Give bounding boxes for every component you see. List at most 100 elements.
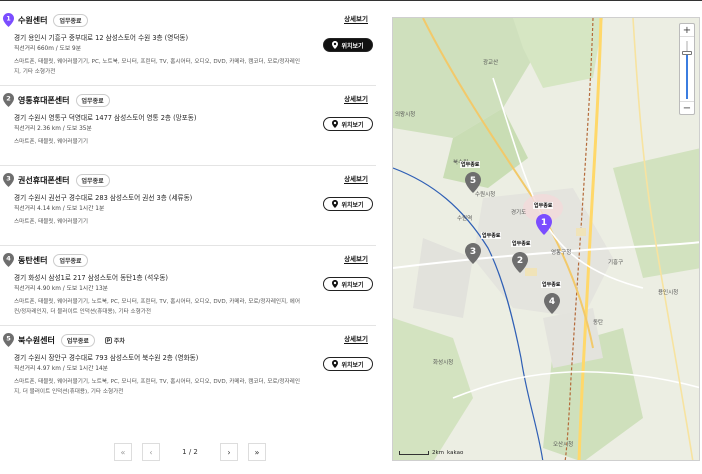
center-address: 경기 화성시 삼성1로 217 삼성스토어 동탄1층 (석우동): [14, 274, 168, 282]
svg-text:1: 1: [6, 15, 11, 23]
supported-products: 스마트폰, 태블릿, 웨어러블기기, 노트북, PC, 모니터, 프린터, TV…: [14, 379, 300, 395]
marker-status-label: 업무종료: [541, 281, 562, 288]
map-view[interactable]: 수원시청 경기도 수원역 광교산 영통구청 화성시청 용인시청 오산시청 의왕시…: [392, 17, 700, 461]
center-address: 경기 수원시 영통구 덕영대로 1477 삼성스토어 영통 2층 (망포동): [14, 114, 197, 122]
map-label: 용인시청: [658, 290, 679, 296]
service-center-list: 1 수원센터 업무종료 상세보기 경기 용인시 기흥구 중부대로 12 삼성스토…: [0, 6, 376, 408]
zoom-control: + −: [679, 23, 695, 115]
location-pin-icon: [332, 360, 339, 368]
supported-products: 스마트폰, 태블릿, 웨어러블기기, 노트북, PC, 모니터, 프린터, TV…: [14, 299, 300, 315]
map-pin-icon: 2: [3, 93, 14, 107]
map-pin-icon: 3: [3, 173, 14, 187]
marker-status-label: 업무종료: [460, 161, 481, 168]
center-distance: 직선거리 4.14 km / 도보 1시간 1분: [14, 206, 105, 212]
status-badge: 업무종료: [53, 13, 88, 27]
map-scale: 2km kakao: [399, 450, 463, 456]
svg-text:3: 3: [470, 247, 476, 257]
next-page-button[interactable]: ›: [220, 443, 238, 461]
map-provider-logo: kakao: [447, 450, 464, 456]
location-pin-icon: [332, 120, 339, 128]
status-badge: 업무종료: [60, 333, 95, 347]
map-pin-icon: 4: [3, 253, 14, 267]
map-marker-2[interactable]: 2: [512, 252, 528, 273]
view-location-button[interactable]: 위치보기: [323, 277, 373, 291]
map-pin-icon: 5: [3, 333, 14, 347]
map-label: 화성시청: [433, 360, 454, 366]
center-distance: 직선거리 4.90 km / 도보 1시간 13분: [14, 286, 108, 292]
detail-link[interactable]: 상세보기: [344, 95, 368, 104]
map-label: 기흥구: [608, 260, 624, 266]
detail-link[interactable]: 상세보기: [344, 255, 368, 264]
location-pin-icon: [332, 200, 339, 208]
map-marker-4[interactable]: 4: [544, 293, 560, 314]
map-marker-3[interactable]: 3: [465, 243, 481, 264]
svg-text:2: 2: [6, 95, 11, 103]
zoom-in-button[interactable]: +: [680, 24, 694, 37]
view-location-label: 위치보기: [341, 361, 364, 369]
marker-status-label: 업무종료: [533, 202, 554, 209]
map-label: 경기도: [511, 210, 527, 216]
prev-page-button[interactable]: ‹: [142, 443, 160, 461]
supported-products: 스마트폰, 태블릿, 웨어러블기기, PC, 노트북, 모니터, 프린터, TV…: [14, 59, 300, 75]
center-address: 경기 수원시 권선구 경수대로 283 삼성스토어 권선 3층 (세류동): [14, 194, 193, 202]
center-list-item[interactable]: 5 북수원센터 업무종료 주차 상세보기 경기 수원시 장안구 경수대로 793…: [0, 326, 376, 408]
detail-link[interactable]: 상세보기: [344, 335, 368, 344]
view-location-label: 위치보기: [341, 121, 364, 129]
center-address: 경기 수원시 장안구 경수대로 793 삼성스토어 북수원 2층 (영화동): [14, 354, 199, 362]
center-distance: 직선거리 660m / 도보 9분: [14, 46, 82, 52]
zoom-level-fill: [686, 52, 688, 99]
top-divider: [0, 0, 702, 1]
parking-label: 주차: [113, 337, 125, 345]
supported-products: 스마트폰, 태블릿, 웨어러블기기: [14, 219, 89, 225]
map-label: 영통구청: [551, 250, 572, 256]
center-list-item[interactable]: 2 영통휴대폰센터 업무종료 상세보기 경기 수원시 영통구 덕영대로 1477…: [0, 86, 376, 166]
detail-link[interactable]: 상세보기: [344, 15, 368, 24]
page-indicator: 1 / 2: [182, 448, 198, 456]
view-location-label: 위치보기: [341, 281, 364, 289]
svg-text:5: 5: [470, 176, 476, 186]
center-list-item[interactable]: 1 수원센터 업무종료 상세보기 경기 용인시 기흥구 중부대로 12 삼성스토…: [0, 6, 376, 86]
svg-text:2: 2: [517, 256, 523, 266]
center-name[interactable]: 권선휴대폰센터: [18, 175, 70, 186]
zoom-out-button[interactable]: −: [680, 101, 694, 114]
center-name[interactable]: 동탄센터: [18, 255, 47, 266]
status-badge: 업무종료: [53, 253, 88, 267]
marker-status-label: 업무종료: [511, 240, 532, 247]
marker-status-label: 업무종료: [481, 232, 502, 239]
svg-text:4: 4: [549, 297, 555, 307]
svg-text:3: 3: [6, 175, 11, 183]
view-location-button[interactable]: 위치보기: [323, 38, 373, 52]
location-pin-icon: [332, 280, 339, 288]
view-location-label: 위치보기: [341, 42, 364, 50]
zoom-slider-handle[interactable]: [682, 50, 692, 55]
svg-text:5: 5: [6, 335, 11, 343]
center-list-item[interactable]: 4 동탄센터 업무종료 상세보기 경기 화성시 삼성1로 217 삼성스토어 동…: [0, 246, 376, 326]
center-distance: 직선거리 4.97 km / 도보 1시간 14분: [14, 366, 108, 372]
center-list-item[interactable]: 3 권선휴대폰센터 업무종료 상세보기 경기 수원시 권선구 경수대로 283 …: [0, 166, 376, 246]
svg-text:4: 4: [6, 255, 11, 263]
last-page-button[interactable]: »: [248, 443, 266, 461]
center-name[interactable]: 수원센터: [18, 15, 47, 26]
scale-bar: [399, 451, 429, 455]
svg-text:1: 1: [541, 218, 547, 228]
detail-link[interactable]: 상세보기: [344, 175, 368, 184]
status-badge: 업무종료: [75, 93, 110, 107]
view-location-button[interactable]: 위치보기: [323, 197, 373, 211]
map-marker-5[interactable]: 5: [465, 172, 481, 193]
view-location-button[interactable]: 위치보기: [323, 117, 373, 131]
map-pin-icon: 1: [3, 13, 14, 27]
map-label: 동탄: [593, 320, 604, 326]
center-distance: 직선거리 2.36 km / 도보 35분: [14, 126, 92, 132]
center-name[interactable]: 영통휴대폰센터: [18, 95, 70, 106]
map-marker-1[interactable]: 1: [536, 214, 552, 235]
view-location-button[interactable]: 위치보기: [323, 357, 373, 371]
parking-badge: 주차: [105, 336, 125, 345]
first-page-button[interactable]: «: [114, 443, 132, 461]
view-location-label: 위치보기: [341, 201, 364, 209]
scale-label: 2km: [432, 450, 445, 456]
center-name[interactable]: 북수원센터: [18, 335, 55, 346]
map-label: 광교산: [483, 60, 499, 66]
map-label: 의왕시청: [395, 112, 416, 118]
pagination: « ‹ 1 / 2 › »: [114, 443, 266, 461]
status-badge: 업무종료: [75, 173, 110, 187]
